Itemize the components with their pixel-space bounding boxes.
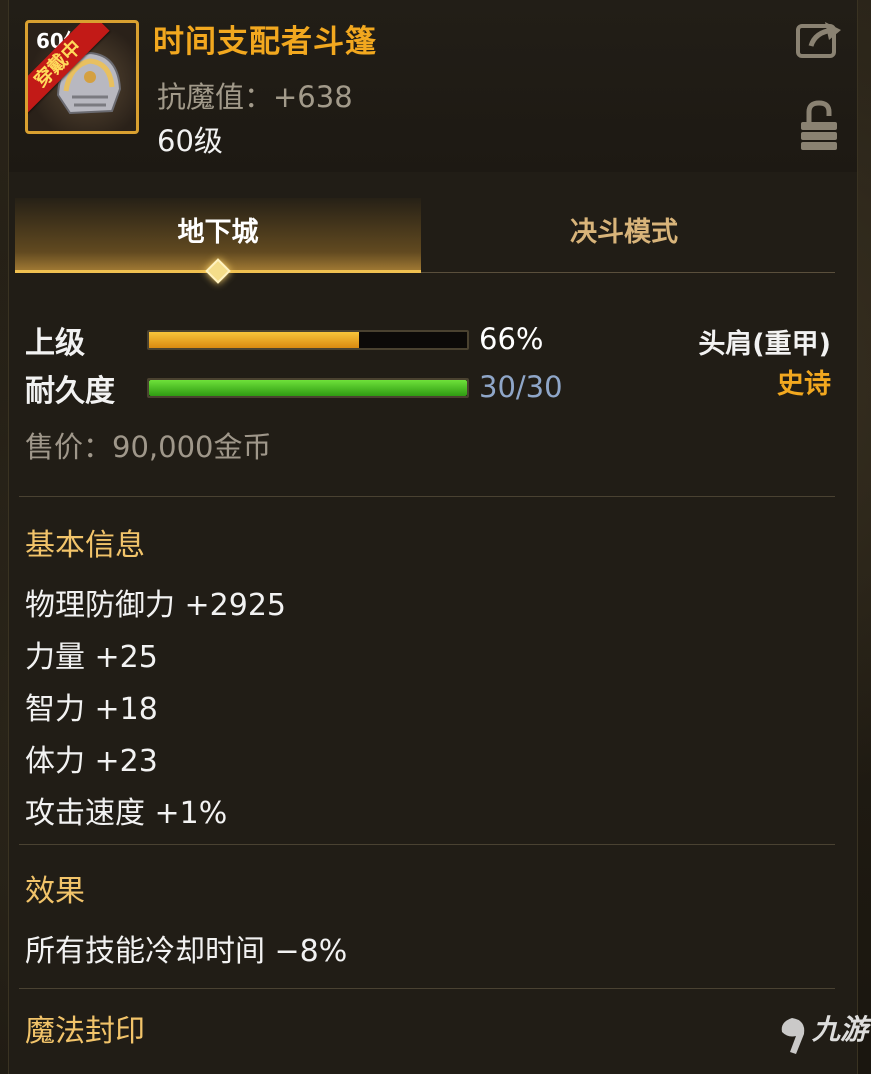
equipment-slot: 头肩(重甲)	[698, 329, 831, 360]
item-icon[interactable]: 60级 穿戴中	[25, 20, 139, 134]
grade-label: 上级	[25, 326, 85, 361]
share-icon[interactable]	[795, 18, 843, 60]
tooltip-header: 60级 穿戴中 时间支配者斗篷 抗魔值：+638 60级	[9, 0, 857, 172]
tab-duel-mode[interactable]: 决斗模式	[421, 198, 827, 270]
durability-bar-fill	[149, 380, 467, 396]
stat-vitality: 体力 +23	[25, 744, 158, 779]
durability-bar	[147, 378, 469, 398]
item-tooltip: 60级 穿戴中 时间支配者斗篷 抗魔值：+638 60级 地下城 决斗模式 上级…	[8, 0, 858, 1074]
stat-intelligence: 智力 +18	[25, 692, 158, 727]
watermark-text: 九游	[812, 1013, 869, 1046]
section-divider	[19, 988, 835, 989]
effect-cooldown: 所有技能冷却时间 −8%	[25, 934, 348, 969]
durability-label: 耐久度	[25, 374, 115, 409]
durability-value: 30/30	[479, 370, 563, 404]
grade-bar	[147, 330, 469, 350]
stat-physical-defense: 物理防御力 +2925	[25, 588, 287, 623]
lock-icon[interactable]	[799, 100, 839, 152]
basic-info-title: 基本信息	[25, 528, 145, 563]
grade-bar-fill	[149, 332, 359, 348]
rarity-label: 史诗	[777, 369, 831, 400]
magic-resist-value: 抗魔值：+638	[157, 80, 353, 114]
section-divider	[19, 496, 835, 497]
item-level: 60级	[157, 124, 223, 158]
stat-strength: 力量 +25	[25, 640, 158, 675]
watermark-logo-icon	[781, 1018, 805, 1054]
item-name: 时间支配者斗篷	[153, 24, 377, 60]
sell-price: 售价：90,000金币	[25, 430, 272, 464]
mode-tabs: 地下城 决斗模式	[15, 198, 835, 284]
effect-title: 效果	[25, 874, 85, 909]
section-divider	[19, 844, 835, 845]
stat-attack-speed: 攻击速度 +1%	[25, 796, 228, 831]
magic-seal-title: 魔法封印	[25, 1014, 145, 1049]
grade-percent: 66%	[479, 322, 544, 356]
